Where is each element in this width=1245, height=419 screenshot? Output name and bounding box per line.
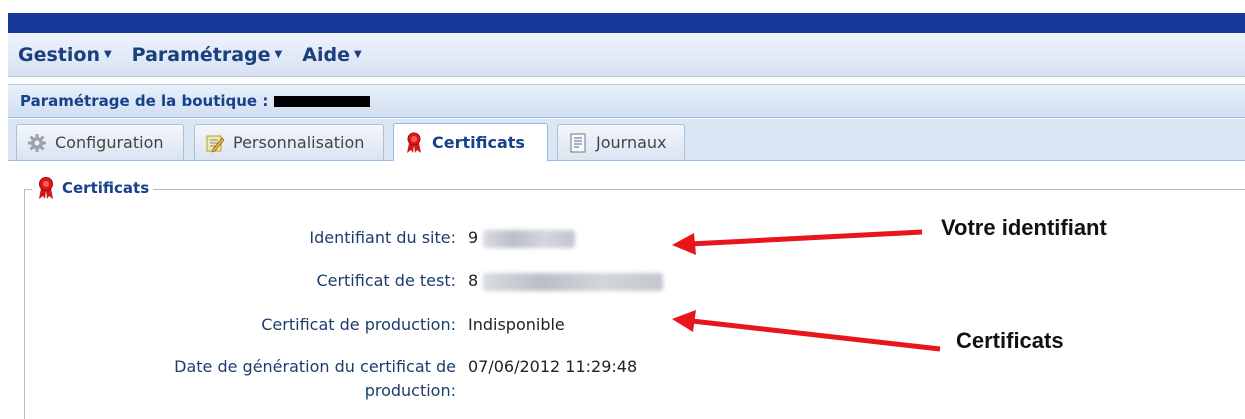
tab-certificats-label: Certificats — [432, 133, 525, 152]
menu-gestion-label: Gestion — [18, 43, 100, 66]
edit-icon — [205, 133, 225, 153]
tab-journaux[interactable]: Journaux — [557, 124, 685, 160]
panel-title-text: Paramétrage de la boutique : — [20, 92, 269, 110]
ribbon-icon — [36, 176, 56, 200]
test-cert-label: Certificat de test: — [316, 271, 456, 290]
top-strip — [0, 0, 1245, 13]
tab-bar: Configuration Personnalisation Certifica… — [8, 119, 1245, 161]
menu-parametrage-label: Paramétrage — [131, 43, 271, 66]
fieldset-legend-label: Certificats — [62, 179, 150, 197]
test-cert-value-text: 8 — [468, 271, 479, 290]
menu-bar: Gestion ▼ Paramétrage ▼ Aide ▼ — [8, 33, 1245, 77]
menu-aide-label: Aide — [302, 43, 350, 66]
tab-personnalisation-label: Personnalisation — [233, 133, 365, 152]
menu-parametrage[interactable]: Paramétrage ▼ — [132, 44, 283, 66]
tab-certificats[interactable]: Certificats — [393, 123, 548, 161]
window-top-bar — [8, 13, 1245, 33]
tab-journaux-label: Journaux — [596, 133, 667, 152]
fieldset-legend: Certificats — [32, 176, 154, 200]
site-id-value: 9 — [468, 226, 576, 250]
gen-date-label-line2: production: — [364, 381, 456, 400]
tab-personnalisation[interactable]: Personnalisation — [194, 124, 384, 160]
site-id-value-text: 9 — [468, 228, 479, 247]
annotation-certificates: Certificats — [956, 328, 1064, 353]
blurred-test-cert — [483, 272, 664, 291]
gen-date-label-line1: Date de génération du certificat de — [174, 357, 456, 376]
test-cert-value: 8 — [468, 269, 664, 293]
chevron-down-icon: ▼ — [274, 49, 283, 60]
gear-icon — [27, 133, 47, 153]
annotation-identifier: Votre identifiant — [941, 215, 1107, 240]
tab-configuration[interactable]: Configuration — [16, 124, 184, 160]
tab-configuration-label: Configuration — [55, 133, 164, 152]
gen-date-label: Date de génération du certificat de prod… — [16, 355, 456, 403]
prod-cert-label: Certificat de production: — [261, 315, 456, 334]
document-icon — [568, 133, 588, 153]
chevron-down-icon: ▼ — [353, 49, 362, 60]
menu-gestion[interactable]: Gestion ▼ — [18, 44, 112, 66]
prod-cert-value: Indisponible — [468, 315, 565, 334]
certificates-panel: Certificats Identifiant du site: 9 Certi… — [8, 162, 1245, 419]
menu-aide[interactable]: Aide ▼ — [302, 44, 361, 66]
chevron-down-icon: ▼ — [103, 49, 112, 60]
gen-date-value: 07/06/2012 11:29:48 — [468, 357, 638, 376]
redacted-shop-name — [274, 95, 371, 107]
site-id-label: Identifiant du site: — [309, 228, 456, 247]
ribbon-icon — [404, 132, 424, 153]
panel-title: Paramétrage de la boutique : — [8, 84, 1245, 118]
blurred-site-id — [483, 229, 576, 248]
